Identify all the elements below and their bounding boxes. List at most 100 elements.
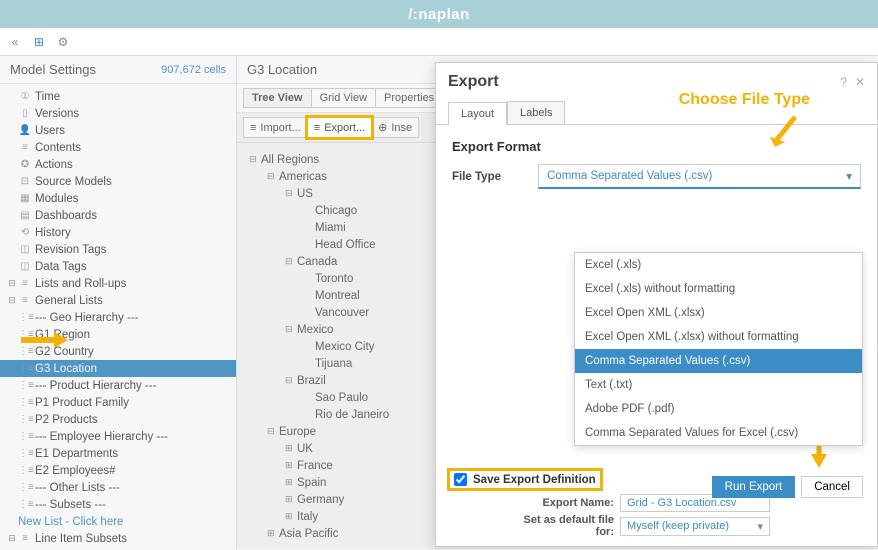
section-title: Export Format [452,139,861,154]
collapse-icon[interactable]: « [6,33,24,51]
tree-node[interactable]: ⋮≡G1 Region [0,326,236,343]
view-tab[interactable]: Grid View [311,88,376,108]
action-button[interactable]: ⊕Inse [371,117,419,138]
close-icon[interactable]: ✕ [855,75,865,89]
region-label: All Regions [261,154,319,166]
tree-node[interactable]: ⋮≡--- Other Lists --- [0,479,236,496]
expand-icon[interactable]: ⊟ [249,154,261,165]
view-tab[interactable]: Properties [375,88,443,108]
expand-icon[interactable]: ⊞ [267,528,279,539]
expand-icon[interactable]: ⊟ [6,278,18,289]
tree-node[interactable]: ⊟≡General Lists [0,292,236,309]
tree-node[interactable]: ⟲History [0,224,236,241]
dropdown-option[interactable]: Excel (.xls) [575,253,862,277]
help-icon[interactable]: ? [840,75,847,89]
node-label: Revision Tags [35,244,106,256]
dropdown-option[interactable]: Text (.txt) [575,373,862,397]
node-label: Time [35,91,60,103]
expand-icon[interactable]: ⊞ [285,494,297,505]
tree-node[interactable]: ▤Dashboards [0,207,236,224]
tree-node[interactable]: ⋮≡--- Subsets --- [0,496,236,513]
tree-node[interactable]: ⋮≡G3 Location [0,360,236,377]
node-icon: ▤ [18,210,32,221]
node-icon: ⋮≡ [18,465,32,476]
region-label: Germany [297,494,344,506]
expand-icon[interactable]: ⊞ [285,460,297,471]
expand-icon[interactable]: ⊞ [285,477,297,488]
expand-icon[interactable]: ⊟ [267,426,279,437]
action-button[interactable]: ≡Import... [243,117,308,138]
run-export-button[interactable]: Run Export [712,476,796,498]
export-name-label: Export Name: [510,497,620,509]
node-icon: ⋮≡ [18,431,32,442]
expand-icon[interactable]: ⊞ [285,443,297,454]
region-label: Toronto [315,273,353,285]
tree-node[interactable]: ⊟≡Line Item Subsets [0,530,236,547]
node-icon: ≡ [18,278,32,289]
modal-footer: Run Export Cancel Save Export Definition… [436,461,877,546]
tree-node[interactable]: ≡Contents [0,139,236,156]
region-label: Miami [315,222,346,234]
dropdown-option[interactable]: Excel Open XML (.xlsx) without formattin… [575,325,862,349]
expand-icon[interactable]: ⊟ [267,171,279,182]
tree-node[interactable]: ▯Versions [0,105,236,122]
tree-node[interactable]: ⋮≡E2 Employees# [0,462,236,479]
tree-node[interactable]: ⊟Source Models [0,173,236,190]
expand-icon[interactable]: ⊟ [285,188,297,199]
expand-icon[interactable]: ⊞ [285,511,297,522]
dropdown-option[interactable]: Adobe PDF (.pdf) [575,397,862,421]
tree-node[interactable]: ◫Revision Tags [0,241,236,258]
modal-tab[interactable]: Layout [448,102,507,125]
tree-node[interactable]: New List - Click here [0,513,236,530]
expand-icon[interactable]: ⊟ [6,295,18,306]
tree-node[interactable]: ✪Actions [0,156,236,173]
expand-icon[interactable]: ⊟ [285,324,297,335]
tree-node[interactable]: ⋮≡G2 Country [0,343,236,360]
tree-node[interactable]: ⋮≡--- Product Hierarchy --- [0,377,236,394]
region-label: Vancouver [315,307,369,319]
action-icon: ≡ [314,122,320,134]
tree-node[interactable]: ⋮≡--- Geo Hierarchy --- [0,309,236,326]
tree-node[interactable]: ①Time [0,88,236,105]
action-icon: ⊕ [378,121,387,134]
node-label: Modules [35,193,78,205]
tree-node[interactable]: ⊟≡Lists and Roll-ups [0,275,236,292]
dropdown-option[interactable]: Comma Separated Values (.csv) [575,349,862,373]
tree-node[interactable]: ⋮≡P1 Product Family [0,394,236,411]
node-label: General Lists [35,295,103,307]
node-icon: ✪ [18,159,32,170]
view-tab[interactable]: Tree View [243,88,312,108]
default-file-select[interactable]: Myself (keep private) ▾ [620,517,770,536]
dropdown-option[interactable]: Excel (.xls) without formatting [575,277,862,301]
modal-header: Export ? ✕ [436,63,877,101]
region-label: Montreal [315,290,360,302]
hierarchy-icon[interactable]: ⊞ [30,33,48,51]
cell-count[interactable]: 907,672 cells [161,64,226,76]
tree-node[interactable]: ◫Data Tags [0,258,236,275]
tree-node[interactable]: ⋮≡P2 Products [0,411,236,428]
expand-icon[interactable]: ⊟ [285,375,297,386]
expand-icon[interactable]: ⊟ [6,533,18,544]
node-icon: ◫ [18,244,32,255]
expand-icon[interactable]: ⊟ [285,256,297,267]
gear-icon[interactable]: ⚙ [54,33,72,51]
filetype-select[interactable]: Comma Separated Values (.csv) ▾ [538,164,861,189]
node-label: Dashboards [35,210,97,222]
region-label: Italy [297,511,318,523]
save-definition-checkbox[interactable] [454,473,467,486]
modal-tabs: LayoutLabels [436,101,877,125]
cancel-button[interactable]: Cancel [801,476,863,498]
action-button[interactable]: ≡Export... [307,117,372,138]
node-label: Lists and Roll-ups [35,278,126,290]
tree-node[interactable]: 👤Users [0,122,236,139]
tree-node[interactable]: ⋮≡--- Employee Hierarchy --- [0,428,236,445]
tree-node[interactable]: ▦Modules [0,190,236,207]
node-icon: 👤 [18,125,32,136]
node-icon: ⋮≡ [18,363,32,374]
tree-node[interactable]: ⋮≡E1 Departments [0,445,236,462]
save-definition-row[interactable]: Save Export Definition [450,471,600,488]
dropdown-option[interactable]: Comma Separated Values for Excel (.csv) [575,421,862,445]
dropdown-option[interactable]: Excel Open XML (.xlsx) [575,301,862,325]
node-label: P2 Products [35,414,98,426]
modal-tab[interactable]: Labels [507,101,565,124]
